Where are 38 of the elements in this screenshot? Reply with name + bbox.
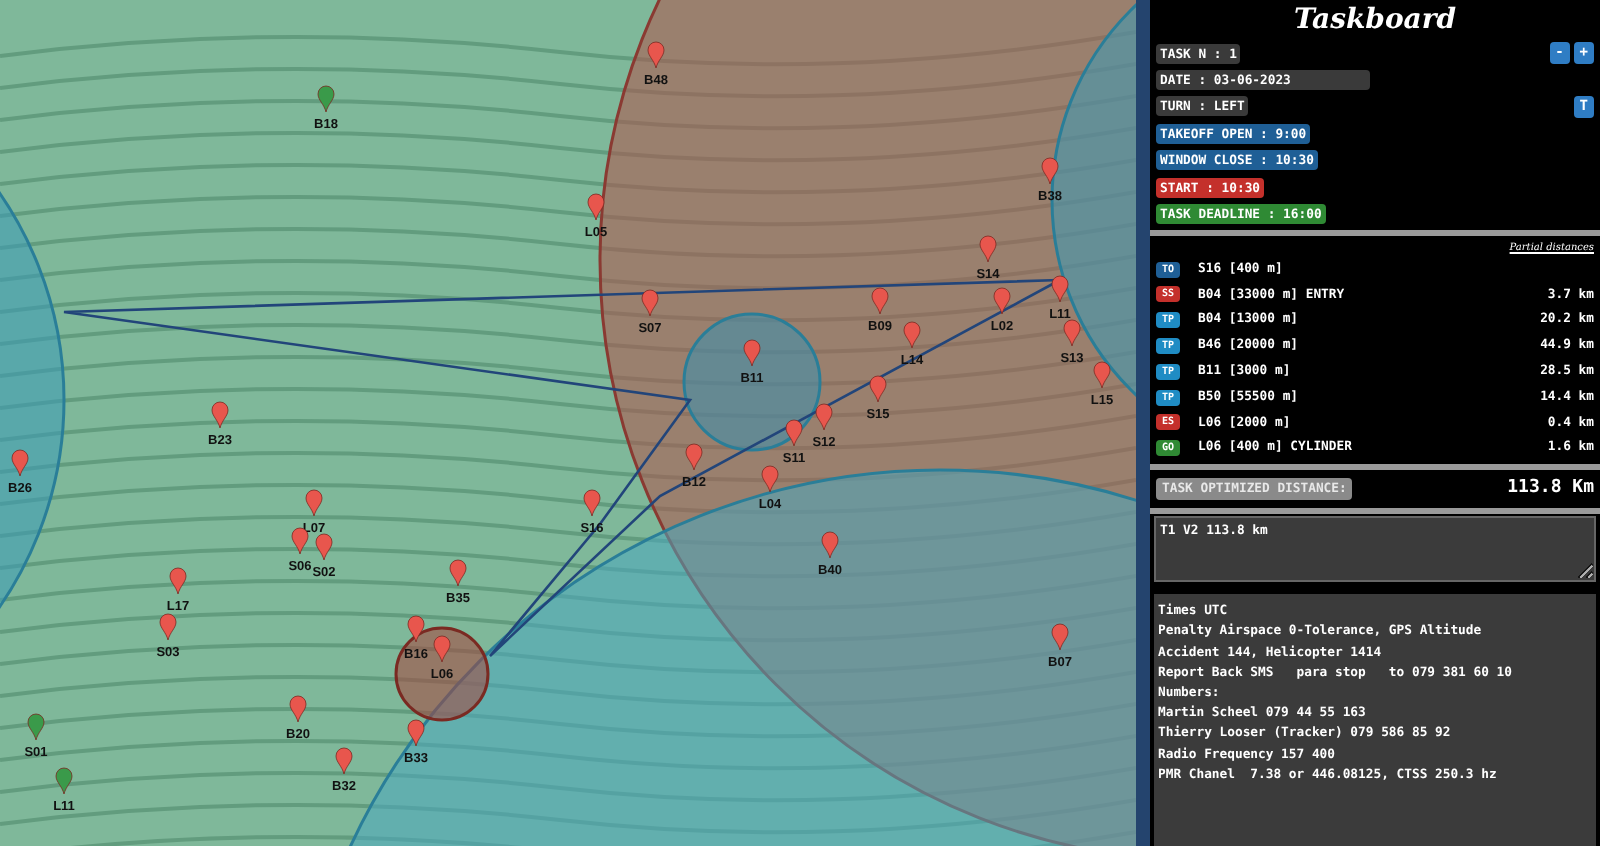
map-pin-icon[interactable]	[583, 489, 601, 517]
map-pin-icon[interactable]	[587, 193, 605, 221]
map-pin-icon[interactable]	[407, 719, 425, 747]
map-pin-icon[interactable]	[871, 287, 889, 315]
map-pin-icon[interactable]	[641, 289, 659, 317]
map-pin-icon[interactable]	[903, 321, 921, 349]
map-pin-icon[interactable]	[315, 533, 333, 561]
total-distance: 113.8 Km	[1507, 475, 1594, 502]
map-pin-icon[interactable]	[979, 235, 997, 263]
panel-title: Taskboard	[1291, 2, 1459, 40]
map-pin-icon[interactable]	[1051, 275, 1069, 303]
map-pin-icon[interactable]	[335, 747, 353, 775]
map-pin-icon[interactable]	[169, 567, 187, 595]
map-pin-icon[interactable]	[1093, 361, 1111, 389]
map-pin-icon[interactable]	[449, 559, 467, 587]
cylinder-zone	[394, 626, 490, 722]
map-pin-icon[interactable]	[305, 489, 323, 517]
map-pin-icon[interactable]	[1063, 319, 1081, 347]
map-pin-icon[interactable]	[815, 403, 833, 431]
map-pin-icon[interactable]	[869, 375, 887, 403]
map-pin-icon[interactable]	[785, 419, 803, 447]
map-pin-icon[interactable]	[1051, 623, 1069, 651]
map-pin-icon[interactable]	[821, 531, 839, 559]
map-pin-icon[interactable]	[11, 449, 29, 477]
map-pin-icon[interactable]	[159, 613, 177, 641]
map-pin-icon[interactable]	[55, 767, 73, 795]
map-pin-icon[interactable]	[317, 85, 335, 113]
map-pin-icon[interactable]	[993, 287, 1011, 315]
map-pin-icon[interactable]	[433, 635, 451, 663]
map-pin-icon[interactable]	[289, 695, 307, 723]
map-pin-icon[interactable]	[761, 465, 779, 493]
map-pin-icon[interactable]	[407, 615, 425, 643]
map-pin-icon[interactable]	[211, 401, 229, 429]
map-pin-icon[interactable]	[27, 713, 45, 741]
map-pin-icon[interactable]	[647, 41, 665, 69]
map-pin-icon[interactable]	[743, 339, 761, 367]
map-pin-icon[interactable]	[1041, 157, 1059, 185]
map-pin-icon[interactable]	[685, 443, 703, 471]
